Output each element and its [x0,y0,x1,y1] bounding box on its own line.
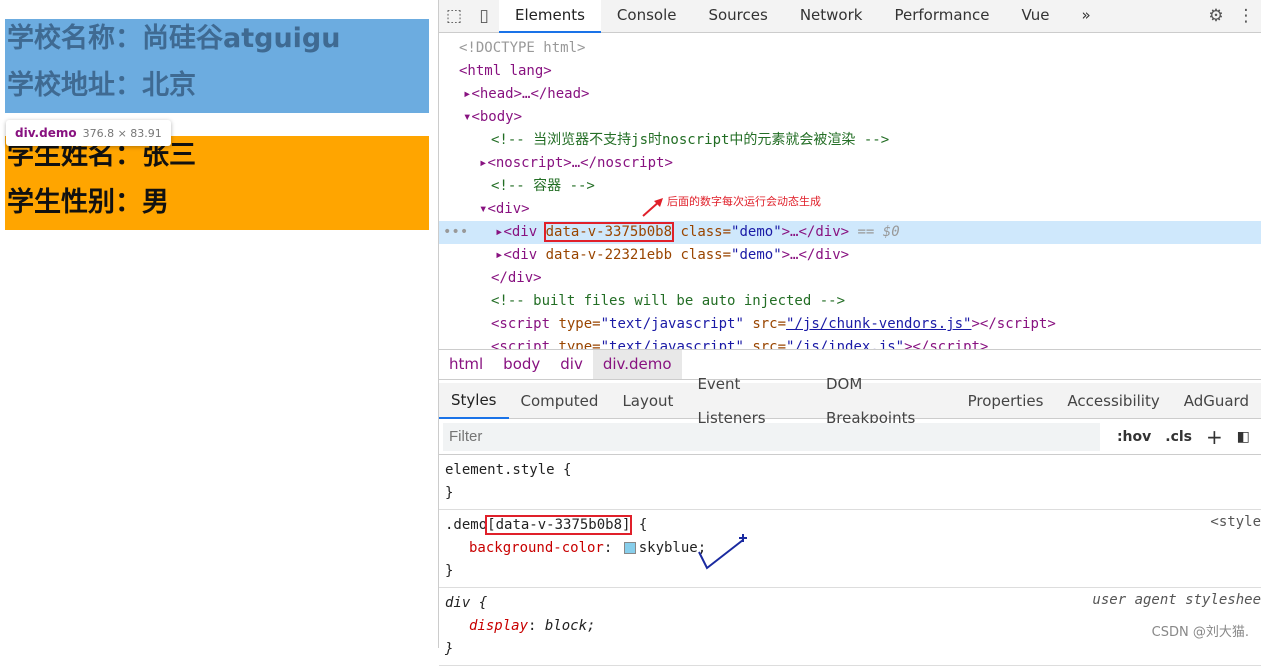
tab-elements[interactable]: Elements [499,0,601,33]
dom-script[interactable]: <script type="text/javascript" src="/js/… [439,313,1261,336]
devtools-tabbar: ⬚ ▯ Elements Console Sources Network Per… [439,0,1261,33]
rule-element-style: element.style { } [439,455,1261,510]
more-vert-icon[interactable]: ⋮ [1231,6,1261,26]
rule-source-link[interactable]: <style [1210,514,1261,530]
devtools-panel: ⬚ ▯ Elements Console Sources Network Per… [438,0,1261,666]
inspect-icon[interactable]: ⬚ [439,6,469,26]
dom-head[interactable]: ▸<head>…</head> [439,83,1261,106]
tab-network[interactable]: Network [784,0,879,33]
tab-accessibility[interactable]: Accessibility [1055,384,1171,418]
tab-computed[interactable]: Computed [509,384,611,418]
highlighted-attr: data-v-3375b0b8 [543,222,675,242]
dom-div-selected[interactable]: ••• ▸<div data-v-3375b0b8 class="demo">…<… [439,221,1261,244]
dom-comment[interactable]: <!-- 容器 --> [439,175,1261,198]
tab-performance[interactable]: Performance [878,0,1005,33]
dom-html[interactable]: <html lang> [439,60,1261,83]
dom-div-close[interactable]: </div> [439,267,1261,290]
cls-button[interactable]: .cls [1165,429,1192,445]
school-demo-block: 学校名称：尚硅谷atguigu 学校地址：北京 [5,19,429,113]
ellipsis-icon[interactable]: ••• [443,221,468,244]
tab-properties[interactable]: Properties [956,384,1056,418]
dom-comment[interactable]: <!-- 当浏览器不支持js时noscript中的元素就会被渲染 --> [439,129,1261,152]
rule-source: user agent styleshee [1092,592,1261,608]
rule-div: div { display: block; } user agent style… [439,588,1261,666]
tab-styles[interactable]: Styles [439,383,509,419]
filter-bar: :hov .cls + ◧ [439,419,1261,455]
script-link[interactable]: "/js/chunk-vendors.js" [786,316,971,332]
color-swatch[interactable] [623,542,636,554]
rule-demo: .demo[data-v-3375b0b8] { background-colo… [439,510,1261,588]
more-tabs-button[interactable]: » [1066,0,1107,33]
checkmark-annotation-icon [698,534,747,570]
breadcrumb-div[interactable]: div [550,350,593,379]
dom-comment[interactable]: <!-- built files will be auto injected -… [439,290,1261,313]
tab-layout[interactable]: Layout [610,384,685,418]
breadcrumb-body[interactable]: body [493,350,550,379]
new-rule-button[interactable]: + [1206,425,1223,449]
dom-doctype[interactable]: <!DOCTYPE html> [439,37,1261,60]
highlighted-selector: [data-v-3375b0b8] [485,515,633,535]
toggle-sidebar-icon[interactable]: ◧ [1237,429,1250,445]
styles-tabbar: Styles Computed Layout Event Listeners D… [439,375,1261,427]
element-tooltip: div.demo 376.8 × 83.91 [6,120,171,146]
hov-button[interactable]: :hov [1117,429,1151,445]
dom-div[interactable]: ▾<div> [439,198,1261,221]
school-address: 学校地址：北京 [7,70,196,101]
dom-div[interactable]: ▸<div data-v-22321ebb class="demo">…</di… [439,244,1261,267]
breadcrumb-div-demo[interactable]: div.demo [592,350,682,379]
rendered-page: 学校名称：尚硅谷atguigu 学校地址：北京 div.demo 376.8 × … [0,0,438,648]
tab-vue[interactable]: Vue [1006,0,1066,33]
styles-filter-input[interactable] [443,422,1100,451]
arrow-annotation-icon [642,198,663,217]
tab-sources[interactable]: Sources [692,0,783,33]
dom-noscript[interactable]: ▸<noscript>…</noscript> [439,152,1261,175]
dom-tree: <!DOCTYPE html> <html lang> ▸<head>…</he… [439,33,1261,349]
gear-icon[interactable]: ⚙ [1201,6,1231,26]
dom-body[interactable]: ▾<body> [439,106,1261,129]
student-sex: 学生性别：男 [7,187,169,218]
school-name: 学校名称：尚硅谷atguigu [7,23,341,54]
property-name[interactable]: background-color [469,540,604,556]
breadcrumb-html[interactable]: html [439,350,493,379]
annotation-note: 后面的数字每次运行会动态生成 [667,195,821,208]
student-demo-block: 学生姓名：张三 学生性别：男 [5,136,429,230]
tab-adguard[interactable]: AdGuard [1172,384,1261,418]
device-toggle-icon[interactable]: ▯ [469,6,499,26]
dom-script[interactable]: <script type="text/javascript" src="/js/… [439,336,1261,349]
tab-console[interactable]: Console [601,0,693,33]
watermark: CSDN @刘大猫. [1151,625,1249,640]
